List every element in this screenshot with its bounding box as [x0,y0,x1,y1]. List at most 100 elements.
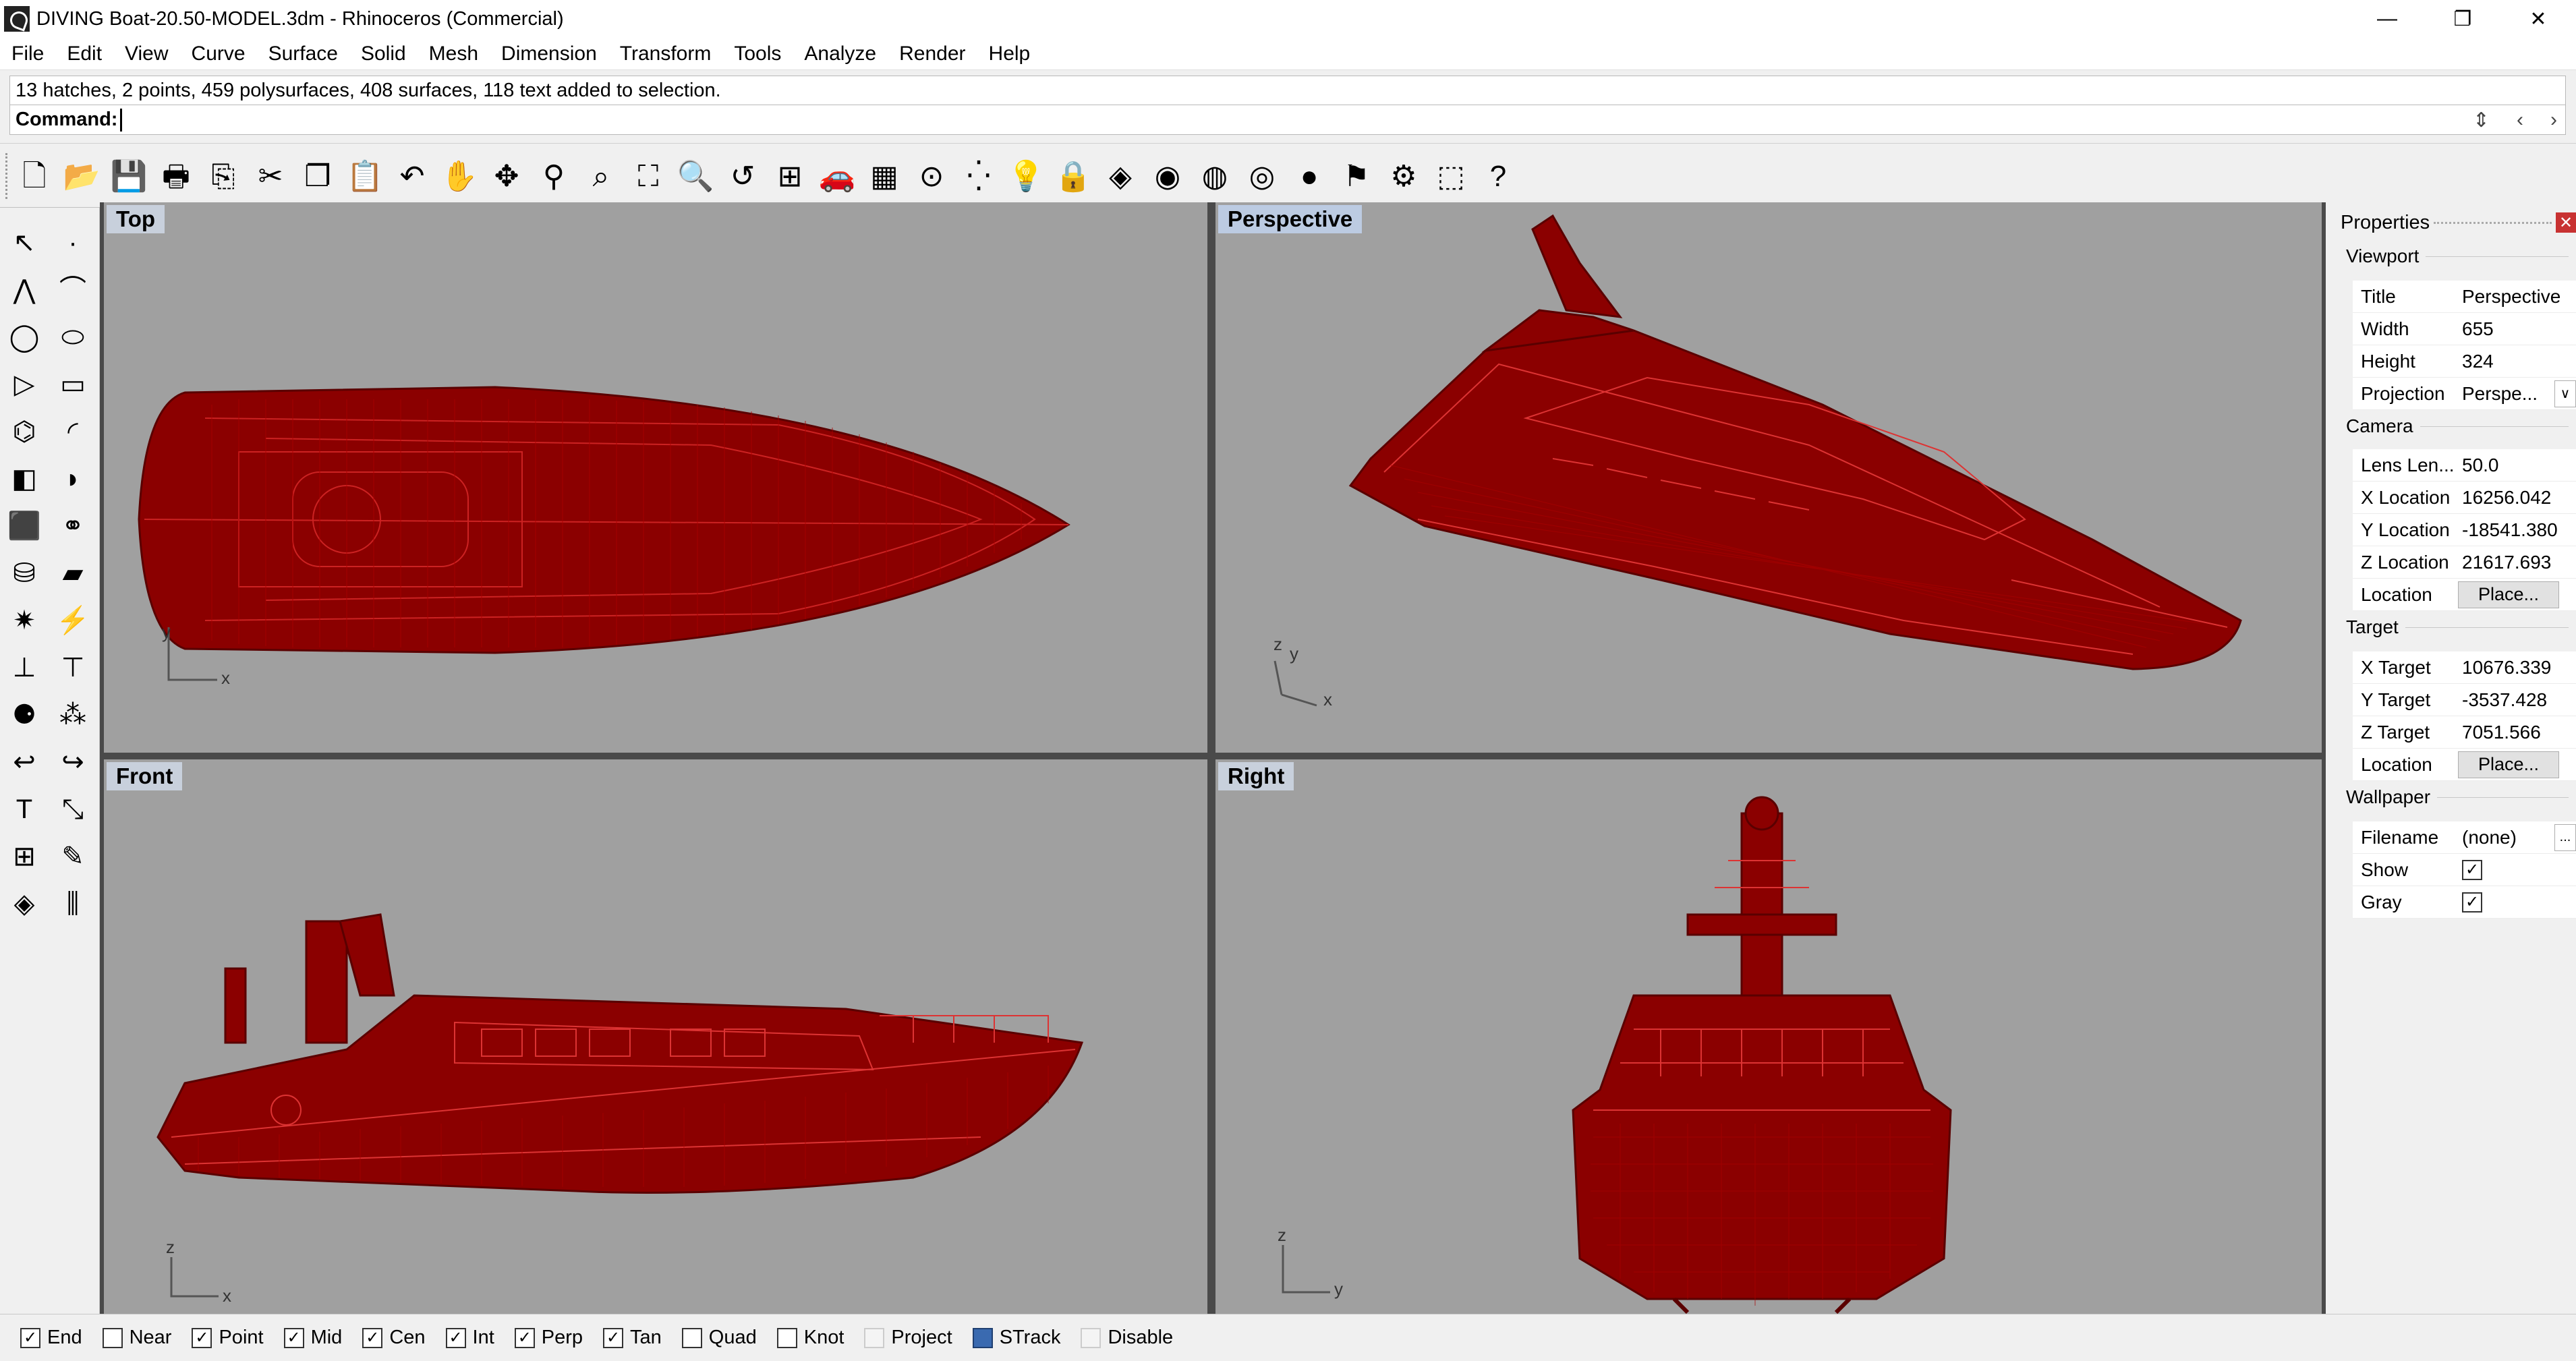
undo-icon[interactable]: ↶ [394,158,430,195]
array-icon[interactable]: ⊞ [5,838,43,875]
prop-value[interactable]: 10676.339 [2457,657,2576,678]
osnap-quad[interactable]: Quad [681,1327,757,1349]
print-icon[interactable]: 🖶 [158,158,194,195]
selection-icon[interactable]: ⚑ [1338,158,1375,195]
wireframe-sphere-icon[interactable]: ◍ [1197,158,1233,195]
command-next-icon[interactable]: › [2550,109,2557,132]
render-icon[interactable]: ◈ [5,885,43,923]
osnap-perp[interactable]: ✓ Perp [514,1327,583,1349]
osnap-strack[interactable]: STrack [972,1327,1060,1349]
prop-value[interactable]: 324 [2457,351,2576,372]
mesh-icon[interactable]: ▰ [54,554,92,592]
edit-icon[interactable]: ✎ [54,838,92,875]
osnap-checkbox[interactable] [776,1327,797,1348]
viewport-front[interactable]: Front z x [104,759,1207,1314]
menu-help[interactable]: Help [977,42,1042,65]
osnap-project[interactable]: Project [864,1327,952,1349]
new-icon[interactable]: 🗋 [16,158,53,195]
loft-icon[interactable]: ◗ [54,460,92,498]
osnap-checkbox[interactable]: ✓ [192,1327,212,1348]
cylinder-icon[interactable]: ⛁ [5,554,43,592]
menu-render[interactable]: Render [888,42,977,65]
osnap-checkbox[interactable]: ✓ [445,1327,466,1348]
save-icon[interactable]: 💾 [111,158,148,195]
car-icon[interactable]: 🚗 [819,158,856,195]
viewport-top[interactable]: Top y x [104,202,1207,753]
color-wheel-icon[interactable]: ◉ [1149,158,1186,195]
minimize-button[interactable]: — [2349,0,2425,38]
prop-row-z-target[interactable]: Z Target 7051.566 [2353,716,2576,749]
osnap-checkbox[interactable]: ✓ [603,1327,624,1348]
point-icon[interactable]: · [54,224,92,262]
copy-icon[interactable]: ❐ [299,158,336,195]
properties-drag-handle[interactable] [2434,221,2552,224]
zoom-selected-icon[interactable]: 🔍 [677,158,714,195]
prop-row-y-location[interactable]: Y Location -18541.380 [2353,514,2576,546]
prop-row-y-target[interactable]: Y Target -3537.428 [2353,684,2576,716]
viewport-perspective[interactable]: Perspective z y x [1215,202,2322,753]
polyline-icon[interactable]: ⋀ [5,271,43,309]
command-input-caret[interactable] [120,108,123,132]
prop-value[interactable]: 21617.693 [2457,552,2576,573]
group-icon[interactable]: ⚈ [5,696,43,734]
osnap-checkbox[interactable] [1081,1327,1101,1348]
light-icon[interactable]: 💡 [1008,158,1045,195]
rectangle-icon[interactable]: ▭ [54,366,92,403]
text-dim-icon[interactable]: ⊤ [54,649,92,687]
menu-mesh[interactable]: Mesh [418,42,490,65]
prop-row-gray[interactable]: Gray ✓ [2353,886,2576,919]
grid-icon[interactable]: ▦ [866,158,903,195]
curve-icon[interactable]: ⌒ [54,271,92,309]
points-icon[interactable]: ⁛ [961,158,997,195]
prop-value[interactable]: 655 [2457,318,2576,340]
import-icon[interactable]: ⎘ [205,158,241,195]
explode-icon[interactable]: ⁂ [54,696,92,734]
osnap-checkbox[interactable]: ✓ [20,1327,40,1348]
box-icon[interactable]: ⬛ [5,507,43,545]
osnap-icon[interactable]: ⊙ [913,158,950,195]
osnap-point[interactable]: ✓ Point [192,1327,264,1349]
analyze-icon[interactable]: ⚡ [54,602,92,639]
command-spinner-icon[interactable]: ⇕ [2473,109,2490,132]
boolean-icon[interactable]: ⚭ [54,507,92,545]
show-checkbox[interactable]: ✓ [2462,859,2482,880]
osnap-checkbox[interactable] [972,1327,993,1348]
target-place-button[interactable]: Place... [2458,751,2559,778]
prop-value[interactable]: 7051.566 [2457,722,2576,743]
scale-icon[interactable]: ⤡ [54,790,92,828]
prop-row-x-target[interactable]: X Target 10676.339 [2353,651,2576,684]
four-viewports-icon[interactable]: ⊞ [772,158,808,195]
polygon-icon[interactable]: ▷ [5,366,43,403]
prop-row-filename[interactable]: Filename (none)... [2353,821,2576,854]
projection-select[interactable]: Perspe... [2457,383,2554,405]
cut-icon[interactable]: ✂ [252,158,289,195]
menu-file[interactable]: File [0,42,55,65]
prop-value[interactable]: 50.0 [2457,455,2576,476]
zoom-extents-icon[interactable]: ⛶ [630,158,666,195]
transform-icon[interactable]: ✷ [5,602,43,639]
toolbar-grip[interactable] [5,153,11,199]
undo-view-icon[interactable]: ↺ [724,158,761,195]
zoom-icon[interactable]: ⚲ [536,158,572,195]
osnap-checkbox[interactable]: ✓ [283,1327,304,1348]
command-prev-icon[interactable]: ‹ [2517,109,2523,132]
prop-value[interactable]: Perspective [2457,286,2576,308]
dimension-icon[interactable]: ⊥ [5,649,43,687]
osnap-checkbox[interactable] [681,1327,702,1348]
chevron-down-icon[interactable]: ∨ [2554,380,2576,407]
prop-row-x-location[interactable]: X Location 16256.042 [2353,482,2576,514]
prop-row-width[interactable]: Width 655 [2353,313,2576,345]
prop-row-z-location[interactable]: Z Location 21617.693 [2353,546,2576,579]
osnap-checkbox[interactable]: ✓ [514,1327,535,1348]
prop-row-lens[interactable]: Lens Len... 50.0 [2353,449,2576,482]
surface-icon[interactable]: ◧ [5,460,43,498]
ellipse-icon[interactable]: ⬭ [54,318,92,356]
browse-button[interactable]: ... [2554,823,2576,851]
osnap-checkbox[interactable] [864,1327,885,1348]
osnap-knot[interactable]: Knot [776,1327,844,1349]
osnap-mid[interactable]: ✓ Mid [283,1327,342,1349]
menu-solid[interactable]: Solid [349,42,418,65]
prop-row-show[interactable]: Show ✓ [2353,854,2576,886]
help-icon[interactable]: ? [1480,158,1516,195]
paste-icon[interactable]: 📋 [347,158,384,195]
